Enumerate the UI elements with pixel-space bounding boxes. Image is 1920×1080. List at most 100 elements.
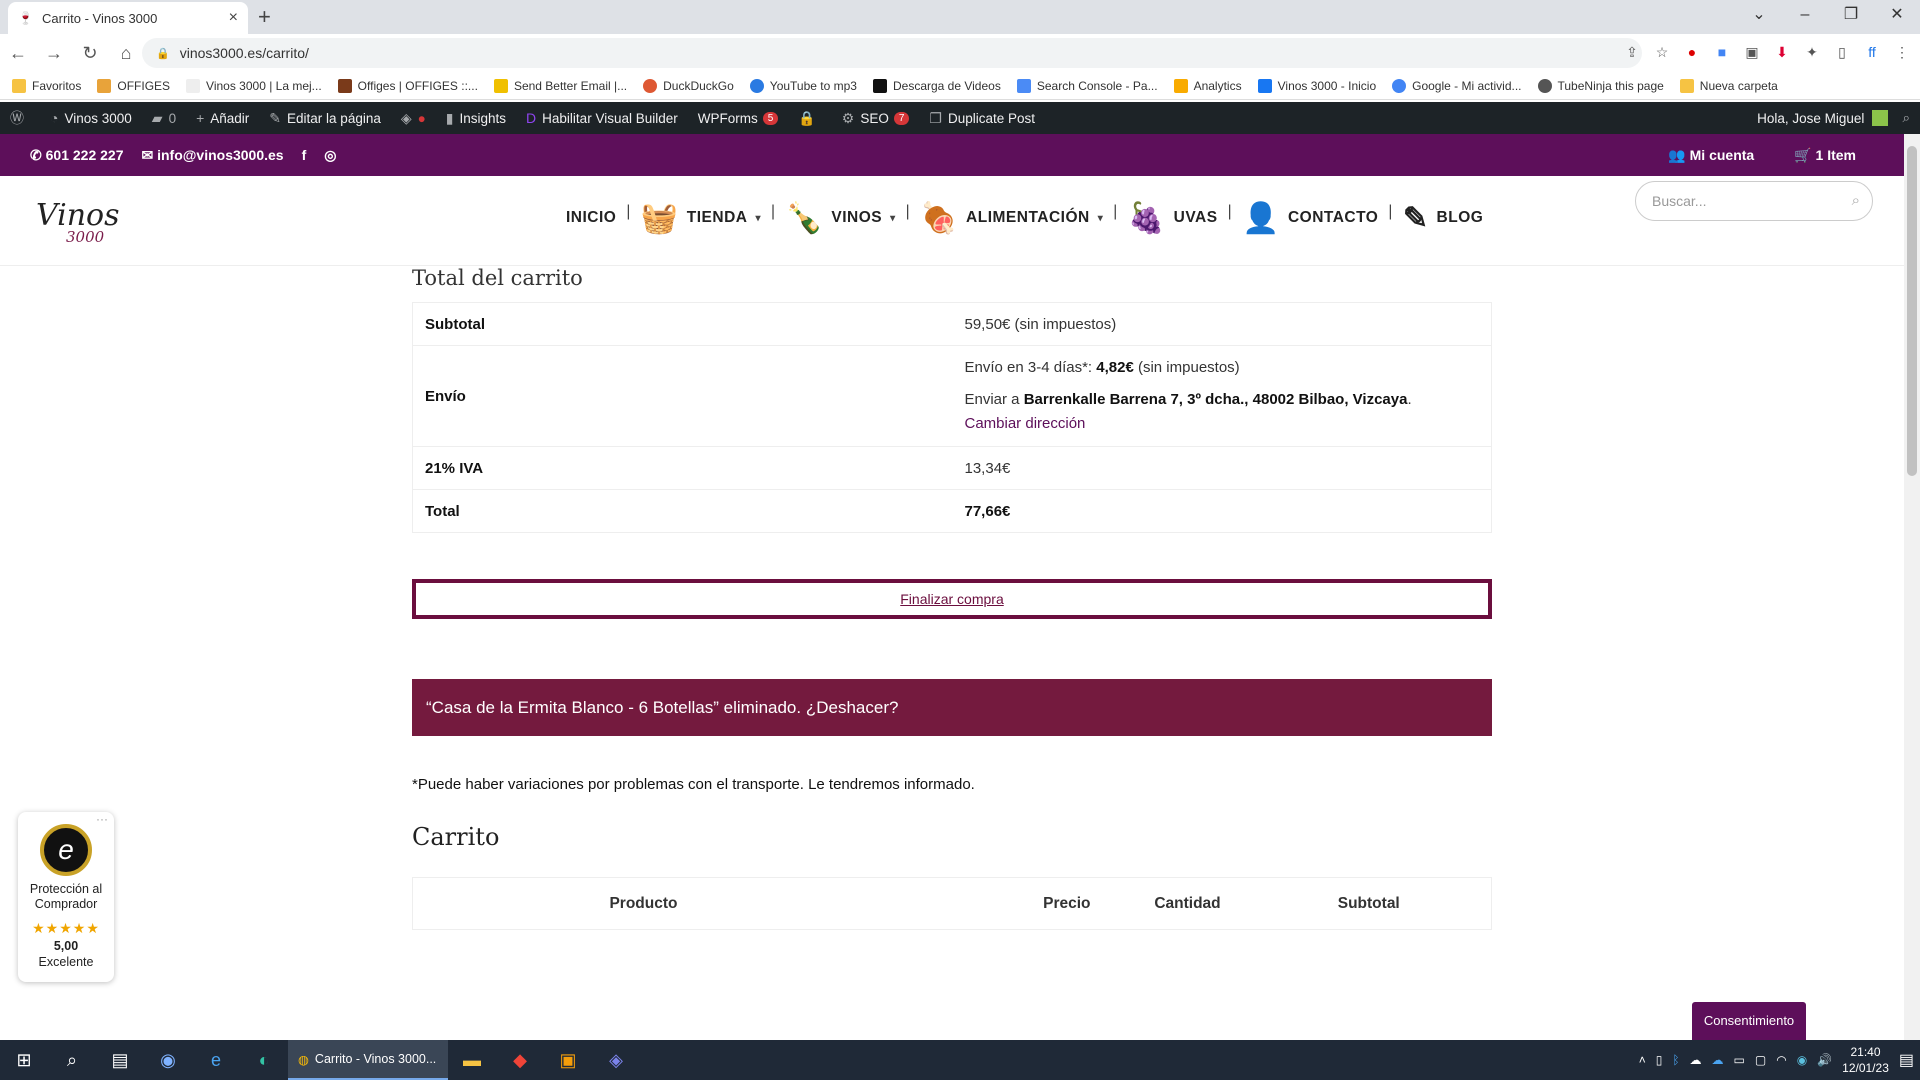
site-logo[interactable]: Vinos 3000 xyxy=(36,198,120,246)
instagram-icon[interactable]: ◎ xyxy=(324,147,336,164)
lock-icon[interactable]: 🔒 xyxy=(156,47,170,60)
close-tab-icon[interactable]: × xyxy=(229,9,238,27)
usb-icon[interactable]: ▯ xyxy=(1656,1053,1663,1067)
close-window-icon[interactable]: ✕ xyxy=(1874,0,1920,34)
chevron-down-icon[interactable]: ⌄ xyxy=(1736,0,1782,34)
app-icon[interactable]: ◉ xyxy=(1797,1053,1807,1067)
menu-icon[interactable]: ⋮ xyxy=(1892,42,1912,62)
internet-explorer-icon[interactable]: e xyxy=(192,1040,240,1080)
more-icon[interactable]: ··· xyxy=(96,812,108,826)
search-icon[interactable]: ⌕ xyxy=(1902,110,1910,126)
device-icon[interactable]: ▢ xyxy=(1755,1053,1766,1067)
minimize-icon[interactable]: – xyxy=(1782,0,1828,34)
nav-item-vinos[interactable]: 🍾 VINOS ▾ xyxy=(776,201,906,236)
volume-icon[interactable]: 🔊 xyxy=(1817,1053,1832,1067)
page-scrollbar[interactable] xyxy=(1904,134,1920,1040)
wp-comments[interactable]: ▰ 0 xyxy=(142,102,186,134)
email-link[interactable]: ✉ info@vinos3000.es xyxy=(141,147,283,164)
translate-icon[interactable]: ■ xyxy=(1712,42,1732,62)
outlook-icon[interactable]: ▣ xyxy=(544,1040,592,1080)
file-explorer-icon[interactable]: ▬ xyxy=(448,1040,496,1080)
wp-lock-icon[interactable]: 🔒 xyxy=(788,102,831,134)
bookmark[interactable]: TubeNinja this page xyxy=(1537,78,1664,93)
bookmark[interactable]: OFFIGES xyxy=(97,78,170,93)
bookmark[interactable]: Analytics xyxy=(1173,78,1242,93)
wp-add-new[interactable]: + Añadir xyxy=(186,102,259,134)
onedrive-icon[interactable]: ☁ xyxy=(1712,1053,1724,1067)
checkout-button[interactable]: Finalizar compra xyxy=(412,579,1492,619)
back-icon[interactable]: ← xyxy=(0,43,36,64)
nav-item-contacto[interactable]: 👤 CONTACTO xyxy=(1232,201,1388,236)
clock[interactable]: 21:40 12/01/23 xyxy=(1842,1044,1889,1076)
nav-item-tienda[interactable]: 🧺 TIENDA ▾ xyxy=(631,201,771,236)
search-input[interactable]: Buscar... ⌕ xyxy=(1635,181,1873,221)
wifi-icon[interactable]: ◠ xyxy=(1776,1053,1786,1067)
avatar[interactable] xyxy=(1872,110,1889,126)
bookmark[interactable]: Descarga de Videos xyxy=(872,78,1001,93)
edge-icon[interactable]: ◐ xyxy=(240,1040,288,1080)
teams-icon[interactable]: ◈ xyxy=(592,1040,640,1080)
anydesk-icon[interactable]: ◆ xyxy=(496,1040,544,1080)
change-address-link[interactable]: Cambiar dirección xyxy=(965,415,1086,432)
extension-icon[interactable]: ▣ xyxy=(1742,42,1762,62)
wp-insights[interactable]: ▮ Insights xyxy=(436,102,516,134)
wp-logo-icon[interactable]: Ⓦ xyxy=(0,102,40,134)
wp-site-link[interactable]: ◔ Vinos 3000 xyxy=(40,102,142,134)
wp-wpforms[interactable]: WPForms 5 xyxy=(688,102,789,134)
notification-icon[interactable]: ▤ xyxy=(1899,1050,1914,1070)
bookmark[interactable]: Favoritos xyxy=(12,78,81,93)
notice-text[interactable]: “Casa de la Ermita Blanco - 6 Botellas” … xyxy=(426,698,898,717)
bluetooth-icon[interactable]: ᛒ xyxy=(1672,1053,1679,1067)
share-icon[interactable]: ⇪ xyxy=(1622,42,1642,62)
wp-edit-page[interactable]: ✎ Editar la página xyxy=(259,102,391,134)
wp-seo[interactable]: ⚙ SEO 7 xyxy=(832,102,920,134)
cart-link[interactable]: 🛒 1 Item xyxy=(1794,147,1856,164)
qbittorrent-icon[interactable]: ◉ xyxy=(144,1040,192,1080)
address-bar[interactable]: 🔒 vinos3000.es/carrito/ xyxy=(142,38,1642,68)
home-icon[interactable]: ⌂ xyxy=(108,43,144,64)
cart-totals-table: Subtotal 59,50€ (sin impuestos) Envío En… xyxy=(412,302,1492,533)
puzzle-icon[interactable]: ✦ xyxy=(1802,42,1822,62)
sidepanel-icon[interactable]: ▯ xyxy=(1832,42,1852,62)
bookmark[interactable]: Vinos 3000 - Inicio xyxy=(1257,78,1376,93)
wp-greeting[interactable]: Hola, Jose Miguel xyxy=(1757,111,1864,126)
chevron-up-icon[interactable]: ˄ xyxy=(1639,1053,1646,1067)
wp-visual-builder[interactable]: D Habilitar Visual Builder xyxy=(516,102,688,134)
search-icon[interactable]: ⌕ xyxy=(1852,192,1860,209)
extension-icon[interactable]: ff xyxy=(1862,42,1882,62)
search-icon[interactable]: ⌕ xyxy=(48,1040,96,1080)
bookmark[interactable]: Google - Mi activid... xyxy=(1392,78,1522,93)
trust-badge[interactable]: ··· e Protección al Comprador ★★★★★ 5,00… xyxy=(18,812,114,982)
wp-plugin-icon[interactable]: ◈ ● xyxy=(391,102,436,134)
reload-icon[interactable]: ↻ xyxy=(72,43,108,64)
nav-item-blog[interactable]: ✎ BLOG xyxy=(1393,201,1493,236)
browser-tab[interactable]: 🍷 Carrito - Vinos 3000 × xyxy=(8,2,248,34)
my-account-link[interactable]: 👥 Mi cuenta xyxy=(1668,147,1754,164)
bookmark[interactable]: Nueva carpeta xyxy=(1679,78,1778,93)
bookmark[interactable]: Search Console - Pa... xyxy=(1016,78,1158,93)
nav-item-inicio[interactable]: INICIO xyxy=(556,209,626,227)
facebook-icon[interactable]: f xyxy=(302,147,307,163)
bookmark-star-icon[interactable]: ☆ xyxy=(1652,42,1672,62)
new-tab-icon[interactable]: + xyxy=(258,4,271,30)
download-icon[interactable]: ⬇ xyxy=(1772,42,1792,62)
nav-item-alimentacion[interactable]: 🍖 ALIMENTACIÓN ▾ xyxy=(910,201,1113,236)
bookmark[interactable]: Vinos 3000 | La mej... xyxy=(186,78,322,93)
battery-icon[interactable]: ▭ xyxy=(1734,1053,1745,1067)
forward-icon[interactable]: → xyxy=(36,43,72,64)
consent-button[interactable]: Consentimiento xyxy=(1692,1002,1806,1040)
bookmark[interactable]: YouTube to mp3 xyxy=(749,78,857,93)
task-view-icon[interactable]: ▤ xyxy=(96,1040,144,1080)
extension-icon[interactable]: ● xyxy=(1682,42,1702,62)
wp-duplicate-post[interactable]: ❐ Duplicate Post xyxy=(919,102,1045,134)
windows-start-icon[interactable]: ⊞ xyxy=(0,1040,48,1080)
scrollbar-thumb[interactable] xyxy=(1907,146,1917,476)
nav-item-uvas[interactable]: 🍇 UVAS xyxy=(1118,201,1228,236)
restore-icon[interactable]: ❐ xyxy=(1828,0,1874,34)
cloud-icon[interactable]: ☁ xyxy=(1690,1053,1702,1067)
chrome-taskbar-button[interactable]: ◍ Carrito - Vinos 3000... xyxy=(288,1040,448,1080)
bookmark[interactable]: DuckDuckGo xyxy=(643,78,734,93)
phone-link[interactable]: ✆ 601 222 227 xyxy=(30,147,123,164)
bookmark[interactable]: Send Better Email |... xyxy=(493,78,627,93)
bookmark[interactable]: Offiges | OFFIGES ::... xyxy=(337,78,478,93)
